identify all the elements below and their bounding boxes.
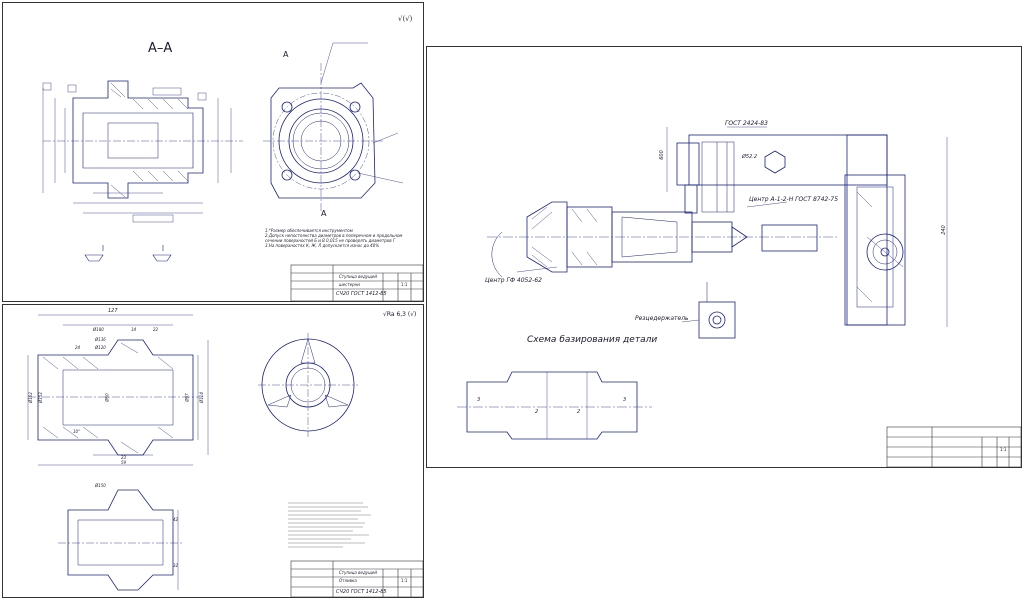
dim-d150: Ø150 xyxy=(95,483,106,488)
tech-requirements xyxy=(288,502,371,548)
dim-d114: Ø114 xyxy=(198,392,204,403)
dim-32: 32 xyxy=(173,563,179,568)
title-part-name-2: Отливка xyxy=(339,578,357,583)
dim-42: 42 xyxy=(173,517,179,522)
top-beam xyxy=(688,134,888,186)
sheet-casting-drawing: √Ra 6,3 (√) 127 Ø180 Ø136 Ø120 14 22 24 … xyxy=(2,304,424,598)
title-part-name: Ступица ведущей xyxy=(339,274,377,279)
title-scale: 1:1 xyxy=(1000,447,1007,452)
sheet-hub-drawing: А–А √(√) А А 1.*Размер обеспечивается ин… xyxy=(2,2,424,302)
title-material: СЧ20 ГОСТ 1412-85 xyxy=(336,589,387,595)
dim-14: 14 xyxy=(131,327,137,332)
scheme-number: 3 xyxy=(623,397,627,403)
notes-block: 1.*Размер обеспечивается инструментом 2.… xyxy=(265,228,402,248)
scheme-number: 3 xyxy=(477,397,481,403)
callout-gost-bolt: ГОСТ 2424-83 xyxy=(725,120,768,127)
dim-d120: Ø120 xyxy=(95,345,106,350)
hub-section-view xyxy=(42,42,424,302)
title-scale: 1:1 xyxy=(401,282,408,287)
dim-d97: Ø97 xyxy=(184,393,190,402)
scheme-number: 2 xyxy=(535,409,539,415)
dim-d180: Ø180 xyxy=(93,327,104,332)
title-material: СЧ20 ГОСТ 1412-85 xyxy=(336,291,387,297)
dim-600: 600 xyxy=(658,150,665,160)
casting-views xyxy=(27,314,424,598)
fixture-assembly-view xyxy=(457,126,1022,468)
scheme-title: Схема базирования детали xyxy=(527,335,658,345)
hex-bolt xyxy=(676,142,700,186)
dim-d136: Ø136 xyxy=(95,337,106,342)
dim-59: 59 xyxy=(121,460,127,465)
title-part-name-2: шестерни xyxy=(339,282,360,287)
note-line: 3.На поверхностях К, Ж, Л допускается из… xyxy=(265,243,380,248)
dim-d60: Ø60 xyxy=(104,393,110,402)
tool-holder xyxy=(698,301,736,339)
base-scheme-part xyxy=(466,371,638,440)
live-center xyxy=(761,224,818,252)
sheet-fixture-assembly: ГОСТ 2424-83 Центр А-1-2-Н ГОСТ 8742-75 … xyxy=(426,46,1022,468)
dim-d102: Ø102 xyxy=(27,392,33,403)
dim-d152: Ø152 xyxy=(37,392,43,403)
scheme-number: 2 xyxy=(577,409,581,415)
dim-22: 22 xyxy=(153,327,159,332)
title-part-name: Ступица ведущей xyxy=(339,570,377,575)
dim-angle: 10° xyxy=(73,429,81,434)
callout-center-2: Центр ГФ 4052-62 xyxy=(485,277,542,284)
flange-front-view xyxy=(263,42,404,213)
callout-center: Центр А-1-2-Н ГОСТ 8742-75 xyxy=(749,196,839,203)
title-scale: 1:1 xyxy=(401,578,408,583)
dim-overall-length: 127 xyxy=(108,308,118,314)
dim-240: 240 xyxy=(940,225,947,235)
callout-tool-holder: Резцедержатель xyxy=(635,315,689,322)
dim-24: 24 xyxy=(75,345,81,350)
callout-pitch: Ø52.2 xyxy=(742,154,758,160)
